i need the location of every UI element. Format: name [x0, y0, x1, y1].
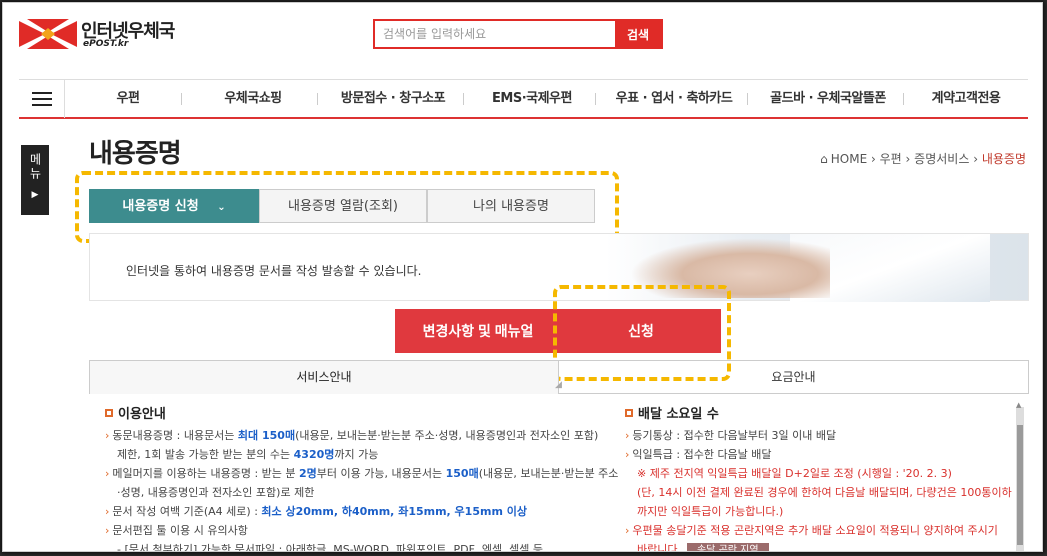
scroll-up-icon[interactable]: ▲: [1016, 401, 1021, 409]
nav-divider: [747, 93, 748, 105]
square-bullet-icon: [105, 409, 113, 417]
usage-heading: 이용안내: [105, 405, 618, 424]
nav-item-contract[interactable]: 계약고객전용: [909, 80, 1023, 118]
chevron-right-icon: ▶: [31, 190, 39, 200]
breadcrumb-post[interactable]: 우편: [880, 152, 902, 166]
delivery-line: 바랍니다. 송달 곤란 지역: [625, 540, 1012, 551]
usage-info: 이용안내 › 동문내용증명 : 내용문서는 최대 150매(내용문, 보내는분·받…: [105, 405, 619, 552]
nav-divider: [463, 93, 464, 105]
nav-item-goldbar[interactable]: 골드바 · 우체국알뜰폰: [753, 80, 903, 118]
delivery-note: ※ 제주 전지역 익일특급 배달일 D+2일로 조정 (시행일 : '20. 2…: [637, 467, 952, 480]
delivery-note: (단, 14시 이전 결제 완료된 경우에 한하여 다음날 배달되며, 다량건은…: [637, 486, 1012, 499]
content-scrollbar[interactable]: ▲: [1016, 401, 1024, 551]
usage-line: › 메일머지를 이용하는 내용증명 : 받는 분 2명부터 이용 가능, 내용문서…: [105, 467, 619, 480]
manual-button[interactable]: 변경사항 및 매뉴얼: [395, 309, 561, 353]
browser-frame: 인터넷우체국 ePOST.kr 검색 우편 우체국쇼핑 방문접수 · 창구소포 …: [2, 2, 1043, 552]
side-menu-tab[interactable]: 메뉴 ▶: [21, 145, 49, 215]
delivery-line: › 우편물 송달기준 적용 곤란지역은 추가 배달 소요일이 적용되니 양지하여 …: [625, 524, 998, 537]
delivery-line: › 등기통상 : 접수한 다음날부터 3일 이내 배달: [625, 429, 837, 442]
epost-logo[interactable]: 인터넷우체국 ePOST.kr: [19, 17, 179, 53]
scrollbar-thumb[interactable]: [1017, 425, 1023, 545]
breadcrumb: ⌂ HOME › 우편 › 증명서비스 › 내용증명: [820, 152, 1026, 166]
hamburger-menu-icon[interactable]: [19, 80, 65, 118]
epost-logo-icon: [19, 19, 77, 49]
usage-line: - [문서 첨부하기] 가능한 문서파일 : 아래한글, MS-WORD, 파워…: [117, 543, 544, 552]
side-menu-label: 메뉴: [28, 153, 42, 181]
usage-line: › 동문내용증명 : 내용문서는 최대 150매(내용문, 보내는분·받는분 주소…: [105, 429, 599, 442]
delivery-info: 배달 소요일 수 › 등기통상 : 접수한 다음날부터 3일 이내 배달 › 익일특…: [625, 405, 1012, 551]
banner-text: 인터넷을 통하여 내용증명 문서를 작성 발송할 수 있습니다.: [126, 264, 422, 278]
page-title: 내용증명: [89, 139, 182, 169]
nav-item-ems[interactable]: EMS·국제우편: [469, 80, 595, 118]
nav-item-shopping[interactable]: 우체국쇼핑: [189, 80, 317, 118]
breadcrumb-current: 내용증명: [981, 152, 1026, 166]
usage-line: ·성명, 내용증명인과 전자소인 포함)로 제한: [117, 486, 315, 499]
difficult-area-button[interactable]: 송달 곤란 지역: [686, 543, 769, 551]
tab-fee-info[interactable]: 요금안내: [559, 360, 1029, 394]
breadcrumb-home[interactable]: HOME: [831, 152, 867, 166]
delivery-heading: 배달 소요일 수: [625, 405, 1012, 424]
square-bullet-icon: [625, 409, 633, 417]
tab-service-info[interactable]: 서비스안내: [89, 360, 559, 394]
nav-item-visit[interactable]: 방문접수 · 창구소포: [323, 80, 463, 118]
site-header: 인터넷우체국 ePOST.kr 검색: [3, 3, 1042, 79]
nav-divider: [317, 93, 318, 105]
usage-line: › 문서편집 툴 이용 시 유의사항: [105, 524, 248, 537]
delivery-note: 까지만 익일특급이 가능합니다.): [637, 505, 784, 518]
service-tabs: 서비스안내 ◢ 요금안내: [89, 360, 1029, 394]
usage-line: › 문서 작성 여백 기준(A4 세로) : 최소 상20mm, 하40mm, 좌…: [105, 505, 527, 518]
usage-line: 제한, 1회 발송 가능한 받는 분의 수는 4320명까지 가능: [117, 448, 379, 461]
breadcrumb-cert[interactable]: 증명서비스: [914, 152, 969, 166]
search-input[interactable]: [375, 21, 615, 47]
delivery-line: › 익일특급 : 접수한 다음날 배달: [625, 448, 772, 461]
search-box: 검색: [373, 19, 663, 49]
home-icon: ⌂: [820, 152, 828, 166]
logo-sub: ePOST.kr: [83, 39, 129, 49]
search-button[interactable]: 검색: [615, 21, 661, 47]
nav-divider: [903, 93, 904, 105]
main-nav: 우편 우체국쇼핑 방문접수 · 창구소포 EMS·국제우편 우표 · 엽서 · …: [19, 79, 1028, 119]
nav-divider: [595, 93, 596, 105]
nav-item-post[interactable]: 우편: [75, 80, 181, 118]
nav-item-stamps[interactable]: 우표 · 엽서 · 축하카드: [601, 80, 747, 118]
nav-divider: [181, 93, 182, 105]
